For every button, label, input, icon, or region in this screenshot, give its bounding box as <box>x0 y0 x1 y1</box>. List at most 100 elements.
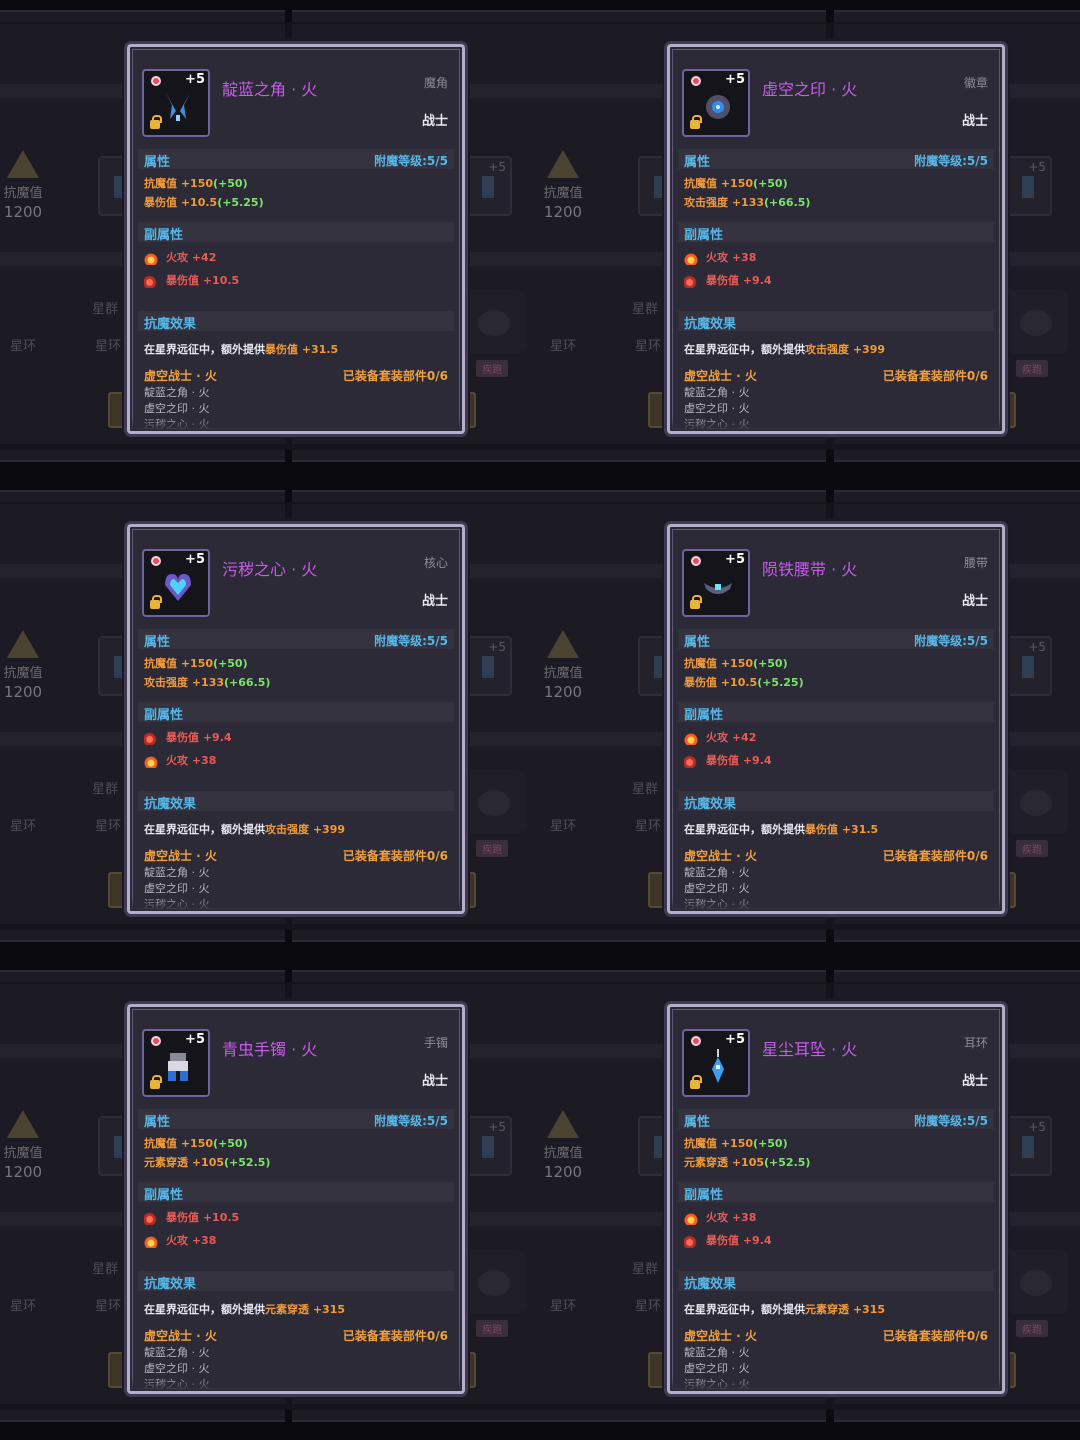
item-icon <box>654 176 666 198</box>
set-progress: 已装备套装部件0/6 <box>882 369 988 383</box>
crit-icon <box>144 731 158 745</box>
tooltip-header: +5 星尘耳坠 · 火 耳环 战士 <box>670 1007 1002 1103</box>
item-icon-frame[interactable]: +5 <box>682 549 750 617</box>
main-stat-1: 抗魔值 +150(+50) <box>144 175 248 191</box>
item-icon <box>654 656 666 678</box>
item-icon <box>1022 176 1034 198</box>
fire-icon <box>144 251 158 265</box>
effect-value: +315 <box>849 1303 886 1316</box>
attributes-header: 属性 <box>144 1115 171 1130</box>
item-slot-type: 手镯 <box>423 1036 448 1050</box>
sub-stat-1: 暴伤值 +10.5 <box>144 1209 239 1225</box>
set-name: 虚空战士 · 火 <box>144 1329 217 1343</box>
upgrade-level: +5 <box>725 1032 745 1047</box>
item-slot-type: 腰带 <box>963 556 988 570</box>
item-name: 虚空之印 · 火 <box>762 80 858 99</box>
item-class: 战士 <box>961 114 988 129</box>
main-stat-bonus: (+50) <box>213 177 248 190</box>
tooltip-header: +5 污秽之心 · 火 核心 战士 <box>130 527 462 623</box>
fire-icon <box>144 1234 158 1248</box>
main-stat-1: 抗魔值 +150(+50) <box>144 655 248 671</box>
item-art <box>165 574 191 601</box>
sub-stat-2: 暴伤值 +9.4 <box>684 752 772 768</box>
sub-stat-text: 火攻 +38 <box>706 1211 757 1224</box>
paw-icon <box>1004 1250 1068 1314</box>
effect-header: 抗魔效果 <box>144 1277 197 1292</box>
upgrade-level: +5 <box>725 72 745 87</box>
main-stat-bonus: (+50) <box>753 177 788 190</box>
tooltip-header: +5 陨铁腰带 · 火 腰带 战士 <box>670 527 1002 623</box>
effect-header: 抗魔效果 <box>684 797 737 812</box>
sub-stat-1: 火攻 +38 <box>684 1209 756 1225</box>
bg-sprint-chip: 疾跑 <box>476 1320 508 1337</box>
lock-icon <box>690 595 702 609</box>
sub-attributes-header: 副属性 <box>144 708 184 723</box>
set-item: 靛蓝之角 · 火 <box>144 1346 210 1359</box>
fire-icon <box>684 251 698 265</box>
effect-text: 在星界远征中，额外提供元素穿透 +315 <box>684 1301 885 1317</box>
red-gem-icon <box>151 1036 161 1046</box>
bg-plus-tag: +5 <box>488 640 506 654</box>
item-tooltip-card: +5 污秽之心 · 火 核心 战士 属性 附魔等级:5/5 抗魔值 +150(+… <box>127 524 465 914</box>
red-gem-icon <box>691 556 701 566</box>
main-stat-1: 抗魔值 +150(+50) <box>684 175 788 191</box>
item-class: 战士 <box>961 594 988 609</box>
attributes-header: 属性 <box>144 155 171 170</box>
item-icon <box>1022 1136 1034 1158</box>
warning-triangle-icon <box>7 630 39 658</box>
bg-stat-value: 1200 <box>543 683 583 701</box>
set-item: 靛蓝之角 · 火 <box>684 386 750 399</box>
bg-equip-slot[interactable]: +5 <box>466 636 512 696</box>
item-icon-frame[interactable]: +5 <box>682 1029 750 1097</box>
effect-value: +31.5 <box>838 823 879 836</box>
item-icon-frame[interactable]: +5 <box>682 69 750 137</box>
lock-icon <box>150 595 162 609</box>
item-icon-frame[interactable]: +5 <box>142 1029 210 1097</box>
bg-equip-slot[interactable]: +5 <box>1006 156 1052 216</box>
effect-header: 抗魔效果 <box>144 317 197 332</box>
item-icon <box>114 1136 126 1158</box>
sub-stat-1: 火攻 +42 <box>144 249 216 265</box>
bg-ring-label: 星环 <box>550 1299 577 1314</box>
effect-prefix: 在星界远征中，额外提供 <box>144 343 265 356</box>
bg-equip-slot[interactable]: +5 <box>466 1116 512 1176</box>
sub-stat-text: 暴伤值 +9.4 <box>706 1234 772 1247</box>
bg-plus-tag: +5 <box>1028 160 1046 174</box>
item-icon-frame[interactable]: +5 <box>142 69 210 137</box>
bg-equip-slot[interactable]: +5 <box>1006 1116 1052 1176</box>
main-stat-value: 攻击强度 +133 <box>144 676 225 689</box>
item-name: 青虫手镯 · 火 <box>222 1040 318 1059</box>
set-progress: 已装备套装部件0/6 <box>882 849 988 863</box>
item-icon <box>114 176 126 198</box>
effect-prefix: 在星界远征中，额外提供 <box>144 1303 265 1316</box>
section-bar <box>138 702 454 722</box>
set-item: 虚空之印 · 火 <box>144 402 210 415</box>
main-stat-2: 暴伤值 +10.5(+5.25) <box>144 194 264 210</box>
item-icon <box>482 176 494 198</box>
effect-highlight: 元素穿透 <box>265 1303 309 1316</box>
effect-highlight: 攻击强度 <box>805 343 849 356</box>
attributes-header: 属性 <box>684 635 711 650</box>
bg-plus-tag: +5 <box>1028 1120 1046 1134</box>
bg-stat-right: 抗魔值 1200 <box>540 1110 586 1181</box>
effect-header: 抗魔效果 <box>144 797 197 812</box>
item-art <box>706 95 730 119</box>
sub-stat-text: 火攻 +42 <box>706 731 757 744</box>
enchant-level: 附魔等级:5/5 <box>374 1114 448 1128</box>
sub-stat-text: 暴伤值 +9.4 <box>166 731 232 744</box>
effect-prefix: 在星界远征中，额外提供 <box>684 343 805 356</box>
item-art <box>168 1053 188 1081</box>
item-icon <box>114 656 126 678</box>
bg-equip-slot[interactable]: +5 <box>1006 636 1052 696</box>
item-name: 星尘耳坠 · 火 <box>762 1040 858 1059</box>
bg-ring-label: 星环 <box>10 1299 37 1314</box>
item-icon-frame[interactable]: +5 <box>142 549 210 617</box>
bg-constellation-label: 星群 <box>92 302 119 317</box>
bg-equip-slot[interactable]: +5 <box>466 156 512 216</box>
enchant-level: 附魔等级:5/5 <box>914 1114 988 1128</box>
main-stat-bonus: (+50) <box>753 657 788 670</box>
main-stat-value: 元素穿透 +105 <box>684 1156 765 1169</box>
main-stat-bonus: (+66.5) <box>764 196 811 209</box>
item-name: 污秽之心 · 火 <box>222 560 318 579</box>
set-item: 靛蓝之角 · 火 <box>684 866 750 879</box>
